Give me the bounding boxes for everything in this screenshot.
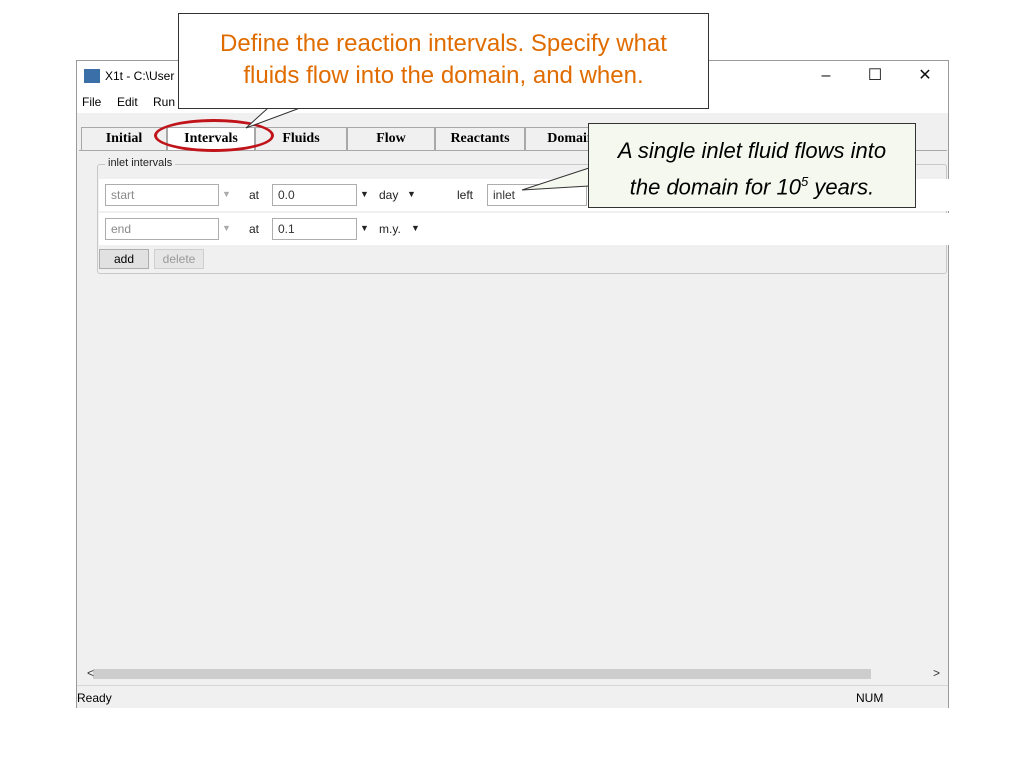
instruction-callout: Define the reaction intervals. Specify w…	[178, 13, 709, 109]
note-line-1: A single inlet fluid flows into	[617, 138, 887, 163]
note-line-2: the domain for 105 years.	[629, 174, 875, 200]
right-callout-pointer	[521, 167, 590, 191]
note-callout: A single inlet fluid flows into the doma…	[588, 123, 916, 208]
callout-line-1: Define the reaction intervals. Specify w…	[220, 30, 667, 57]
callout-pointers	[245, 107, 590, 191]
top-callout-pointer	[245, 107, 301, 129]
callout-line-2: fluids flow into the domain, and when.	[243, 62, 644, 89]
